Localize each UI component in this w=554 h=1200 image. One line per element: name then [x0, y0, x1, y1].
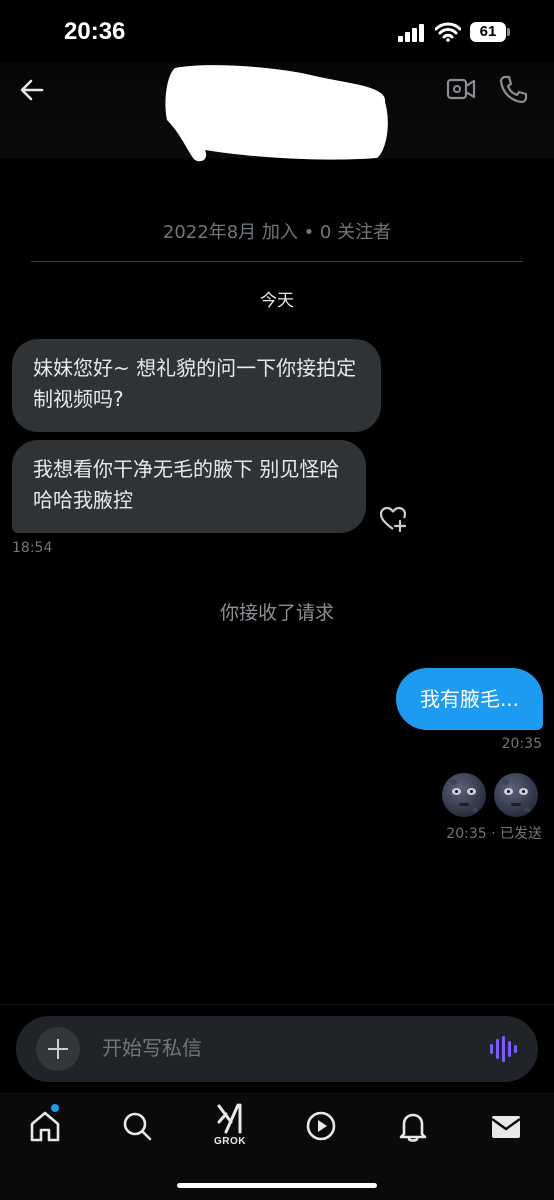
home-icon[interactable]	[27, 1108, 63, 1144]
profile-join-info: 2022年8月 加入 • 0 关注者	[162, 222, 392, 243]
video-icon[interactable]	[303, 1108, 339, 1144]
request-accepted-note: 你接收了请求	[219, 602, 334, 624]
date-separator: 今天	[260, 291, 294, 311]
grok-label: GROK	[214, 1136, 246, 1147]
incoming-message[interactable]: 妹妹您好~ 想礼貌的问一下你接拍定制视频吗?	[12, 339, 381, 432]
heart-add-reaction-icon[interactable]	[379, 506, 407, 532]
outgoing-message[interactable]: 我有腋毛...	[396, 668, 543, 730]
status-time: 20:36	[64, 18, 126, 45]
incoming-message[interactable]: 我想看你干净无毛的腋下 别见怪哈哈哈我腋控	[12, 440, 366, 533]
composer-area	[0, 1004, 554, 1092]
battery-level: 61	[470, 22, 506, 42]
redacted-contact-name	[165, 65, 388, 162]
grok-icon[interactable]	[212, 1102, 248, 1138]
voice-message-icon[interactable]	[490, 1036, 518, 1062]
incoming-timestamp: 18:54	[12, 540, 53, 556]
new-moon-face-emoji[interactable]	[494, 773, 538, 817]
home-indicator[interactable]	[177, 1183, 377, 1188]
cellular-signal-icon	[398, 24, 424, 42]
phone-call-icon[interactable]	[498, 74, 528, 104]
status-bar: 20:36 61	[0, 0, 554, 62]
search-icon[interactable]	[119, 1108, 155, 1144]
new-moon-face-emoji[interactable]	[442, 773, 486, 817]
outgoing-timestamp: 20:35	[501, 736, 542, 752]
battery-icon: 61	[470, 22, 510, 42]
message-composer	[16, 1016, 538, 1082]
sent-status: 20:35 · 已发送	[446, 826, 542, 842]
notifications-icon[interactable]	[395, 1108, 431, 1144]
video-call-icon[interactable]	[446, 76, 476, 102]
message-input[interactable]	[102, 1036, 472, 1060]
wifi-icon	[435, 22, 461, 42]
conversation-header	[0, 62, 554, 162]
back-arrow-icon[interactable]	[18, 76, 46, 104]
add-attachment-button[interactable]	[36, 1027, 80, 1071]
home-notification-dot	[51, 1104, 59, 1112]
messages-icon[interactable]	[488, 1108, 524, 1144]
divider	[31, 261, 523, 262]
